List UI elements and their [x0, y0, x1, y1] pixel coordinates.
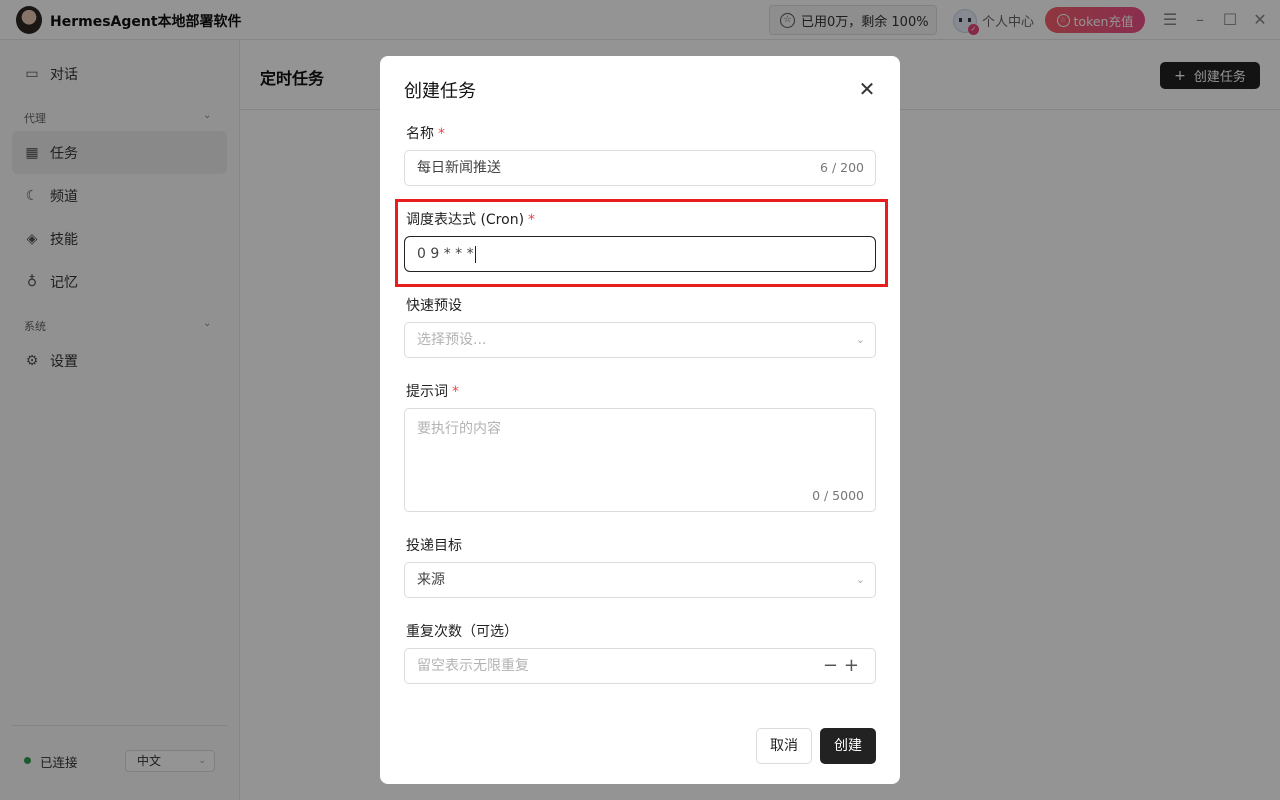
repeat-placeholder: 留空表示无限重复 [417, 658, 529, 674]
plus-icon[interactable]: + [844, 655, 865, 676]
name-char-counter: 6 / 200 [820, 160, 864, 175]
prompt-label: 提示词 * [406, 384, 459, 400]
delivery-label: 投递目标 [406, 538, 462, 554]
preset-select[interactable]: 选择预设... ⌄ [404, 322, 876, 358]
prompt-char-counter: 0 / 5000 [812, 488, 864, 503]
repeat-label: 重复次数（可选） [406, 624, 518, 640]
dialog-title: 创建任务 [404, 81, 476, 102]
cron-highlight-box [395, 199, 888, 287]
minus-icon[interactable]: − [823, 655, 844, 676]
name-input[interactable]: 每日新闻推送 6 / 200 [404, 150, 876, 186]
preset-placeholder: 选择预设... [417, 332, 487, 348]
repeat-count-stepper[interactable]: 留空表示无限重复 −+ [404, 648, 876, 684]
prompt-placeholder: 要执行的内容 [417, 421, 501, 437]
prompt-textarea[interactable]: 要执行的内容 0 / 5000 [404, 408, 876, 512]
name-label: 名称 * [406, 126, 445, 142]
create-task-dialog: 创建任务 ✕ 名称 * 每日新闻推送 6 / 200 调度表达式 (Cron) * … [380, 56, 900, 784]
chevron-down-icon: ⌄ [855, 333, 865, 346]
close-icon[interactable]: ✕ [856, 78, 878, 100]
delivery-value: 来源 [417, 572, 445, 588]
delivery-select[interactable]: 来源 ⌄ [404, 562, 876, 598]
chevron-down-icon: ⌄ [855, 573, 865, 586]
create-button[interactable]: 创建 [820, 728, 876, 764]
preset-label: 快速预设 [406, 298, 462, 314]
cancel-button[interactable]: 取消 [756, 728, 812, 764]
name-value: 每日新闻推送 [417, 160, 501, 176]
